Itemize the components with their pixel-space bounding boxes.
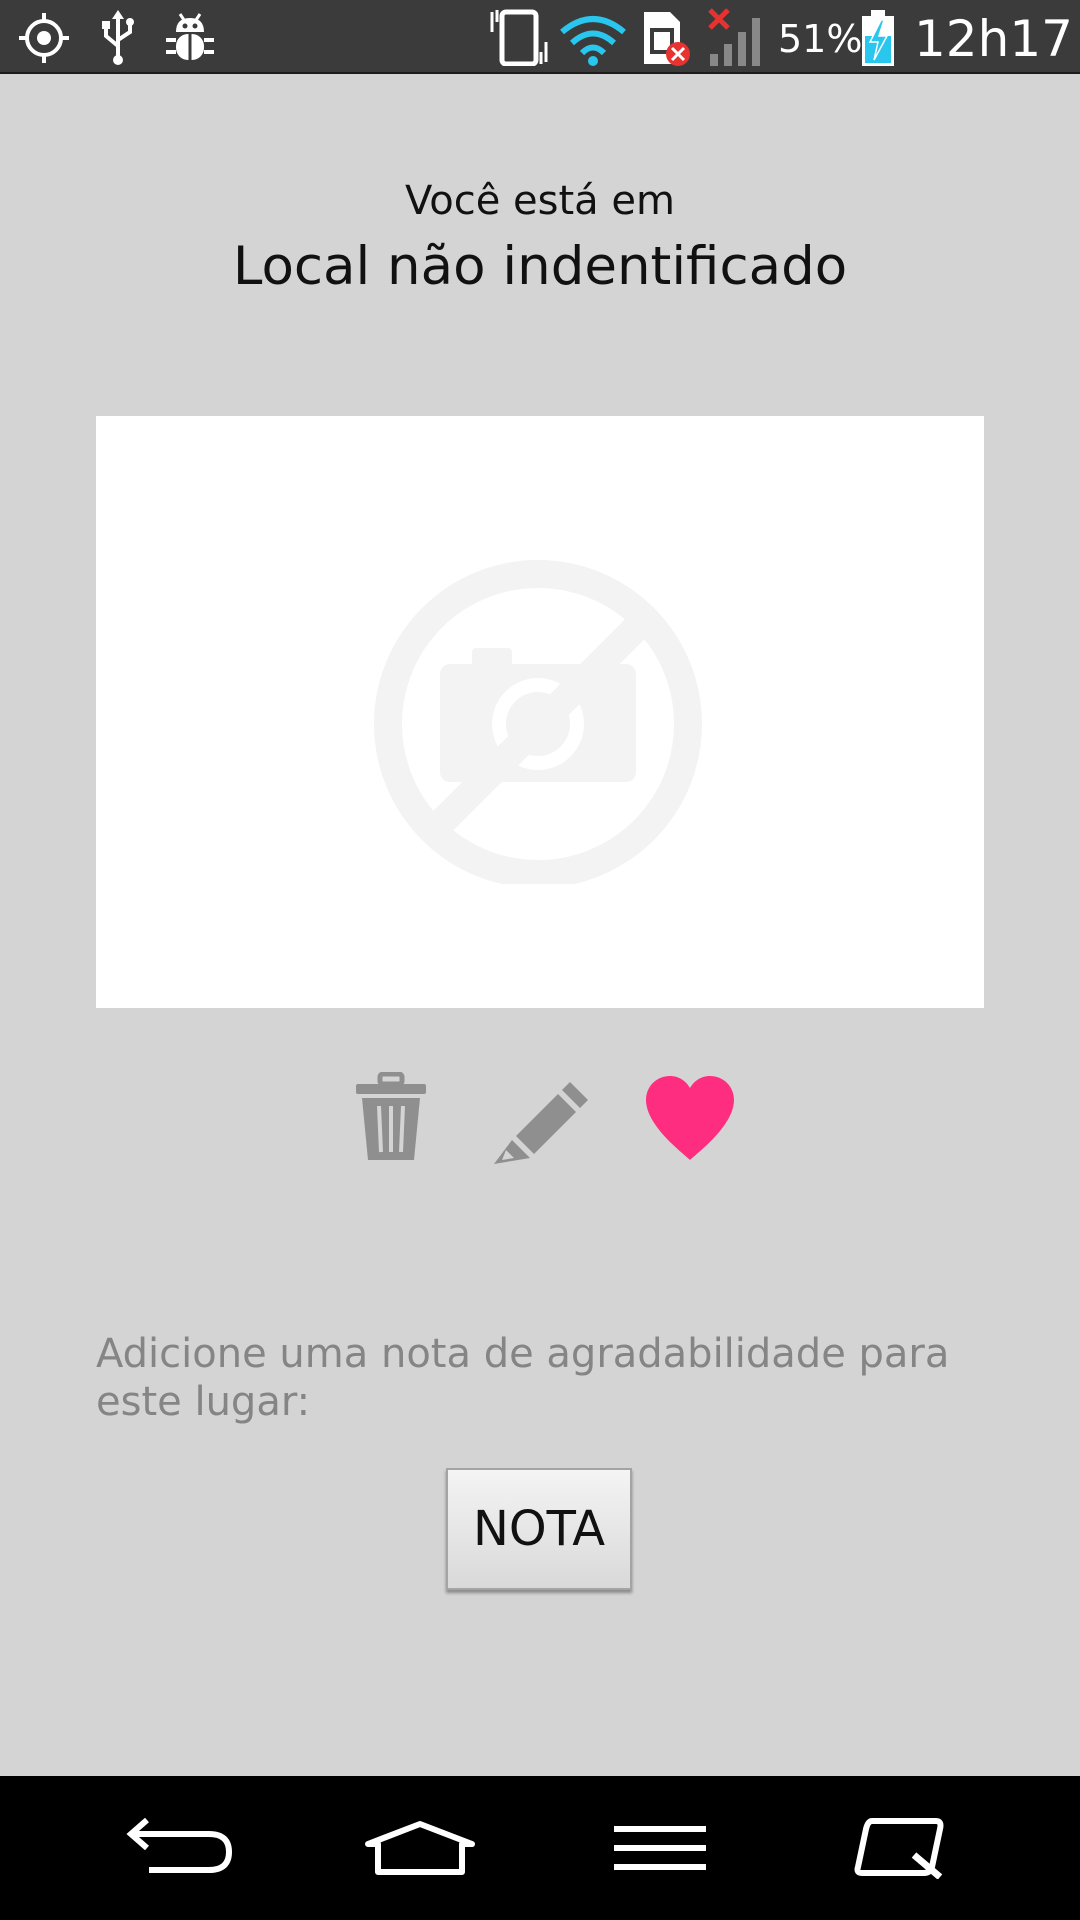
quick-memo-icon <box>854 1818 944 1879</box>
menu-icon <box>614 1826 706 1870</box>
photo-placeholder[interactable] <box>96 416 984 1008</box>
quick-memo-button[interactable] <box>780 1776 1020 1920</box>
no-camera-icon <box>374 560 702 884</box>
trash-icon[interactable] <box>354 1072 428 1164</box>
vibrate-icon <box>490 9 548 66</box>
usb-icon <box>102 10 134 65</box>
clock: 12h17 <box>914 10 1073 68</box>
back-icon <box>126 1818 233 1873</box>
back-button[interactable] <box>60 1776 300 1920</box>
note-button[interactable]: NOTA <box>446 1468 632 1590</box>
wifi-icon <box>560 16 626 66</box>
navigation-bar <box>0 1776 1080 1920</box>
status-bar: 51% 12h17 <box>0 0 1080 74</box>
home-button[interactable] <box>300 1776 540 1920</box>
no-sim-icon <box>644 12 690 66</box>
gps-icon <box>19 13 69 63</box>
battery-charging-icon <box>862 10 894 66</box>
heart-icon[interactable] <box>642 1074 738 1162</box>
location-subtitle: Você está em <box>405 178 675 224</box>
menu-button[interactable] <box>540 1776 780 1920</box>
no-signal-icon <box>708 8 760 66</box>
home-icon <box>365 1821 475 1875</box>
debug-bug-icon <box>166 13 214 60</box>
pencil-icon[interactable] <box>492 1070 588 1166</box>
location-name: Local não indentificado <box>232 236 848 297</box>
battery-percent: 51% <box>778 17 863 61</box>
rating-prompt: Adicione uma nota de agradabilidade para… <box>96 1331 950 1425</box>
